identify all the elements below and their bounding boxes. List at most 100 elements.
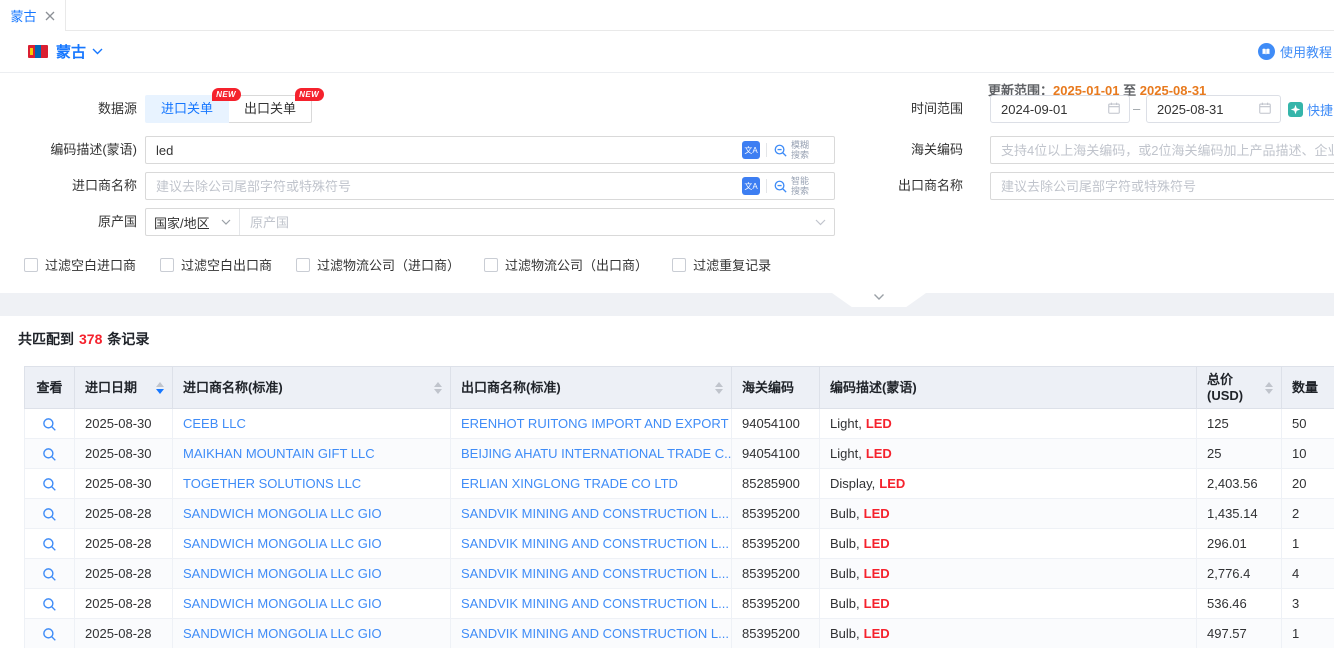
checkbox-box[interactable] bbox=[484, 258, 498, 272]
results-table-wrap: 查看 进口日期 进口商名称(标准) 出口商名称(标准) 海关编码 bbox=[24, 366, 1334, 648]
import-date-cell: 2025-08-30 bbox=[75, 469, 173, 499]
origin-country-input[interactable] bbox=[240, 209, 815, 235]
exporter-name-label: 出口商名称 bbox=[845, 172, 963, 200]
sort-carets-icon[interactable] bbox=[428, 382, 442, 394]
close-tab-icon[interactable] bbox=[45, 11, 55, 21]
importer-link[interactable]: MAIKHAN MOUNTAIN GIFT LLC bbox=[183, 446, 375, 461]
sort-carets-icon[interactable] bbox=[709, 382, 723, 394]
date-end-input[interactable]: 2025-08-31 bbox=[1146, 95, 1281, 123]
importer-link[interactable]: TOGETHER SOLUTIONS LLC bbox=[183, 476, 361, 491]
column-header[interactable]: 出口商名称(标准) bbox=[451, 367, 732, 409]
view-details-icon[interactable] bbox=[42, 477, 57, 492]
view-details-icon[interactable] bbox=[42, 507, 57, 522]
tutorial-link[interactable]: 使用教程 bbox=[1258, 42, 1332, 61]
view-details-icon[interactable] bbox=[42, 447, 57, 462]
checkbox-box[interactable] bbox=[24, 258, 38, 272]
importer-cell: MAIKHAN MOUNTAIN GIFT LLC bbox=[173, 439, 451, 469]
exporter-link[interactable]: SANDVIK MINING AND CONSTRUCTION L... bbox=[461, 536, 729, 551]
filter-checkbox[interactable]: 过滤空白进口商 bbox=[24, 255, 136, 274]
exporter-link[interactable]: SANDVIK MINING AND CONSTRUCTION L... bbox=[461, 596, 729, 611]
panel-gap-strip bbox=[0, 293, 1334, 316]
page-tab-mongolia[interactable]: 蒙古 bbox=[0, 0, 66, 31]
quick-select-button[interactable]: 快捷 bbox=[1288, 95, 1333, 123]
divider bbox=[766, 179, 767, 193]
sort-carets-icon[interactable] bbox=[150, 382, 164, 394]
collapse-filters-button[interactable] bbox=[832, 293, 926, 307]
exporter-link[interactable]: ERENHOT RUITONG IMPORT AND EXPORT ... bbox=[461, 416, 732, 431]
exporter-link[interactable]: ERLIAN XINGLONG TRADE CO LTD bbox=[461, 476, 678, 491]
view-cell bbox=[25, 589, 75, 619]
desc-cell: Light,LED bbox=[820, 439, 1197, 469]
view-details-icon[interactable] bbox=[42, 627, 57, 642]
column-header[interactable]: 总价 (USD) bbox=[1197, 367, 1282, 409]
column-header[interactable]: 编码描述(蒙语) bbox=[820, 367, 1197, 409]
column-header[interactable]: 数量 bbox=[1282, 367, 1334, 409]
importer-link[interactable]: CEEB LLC bbox=[183, 416, 246, 431]
hs-code-cell: 85395200 bbox=[732, 559, 820, 589]
chevron-down-icon[interactable] bbox=[92, 48, 103, 55]
importer-link[interactable]: SANDWICH MONGOLIA LLC GIO bbox=[183, 506, 382, 521]
data-source-label: 数据源 bbox=[0, 95, 137, 123]
hs-code-cell: 85395200 bbox=[732, 589, 820, 619]
filter-checkbox[interactable]: 过滤重复记录 bbox=[672, 255, 771, 274]
checkbox-box[interactable] bbox=[672, 258, 686, 272]
origin-region-select[interactable]: 国家/地区 bbox=[146, 209, 240, 235]
fuzzy-search-toggle[interactable]: 模糊搜索 bbox=[773, 140, 811, 160]
exporter-name-input[interactable] bbox=[990, 172, 1334, 200]
data-source-tab[interactable]: 进口关单 NEW bbox=[145, 95, 229, 123]
tutorial-book-icon bbox=[1258, 43, 1275, 60]
chevron-down-icon[interactable] bbox=[815, 219, 826, 226]
date-range-separator: – bbox=[1133, 95, 1140, 123]
column-header[interactable]: 海关编码 bbox=[732, 367, 820, 409]
filter-checkbox[interactable]: 过滤空白出口商 bbox=[160, 255, 272, 274]
desc-highlight: LED bbox=[864, 596, 890, 611]
sort-carets-icon[interactable] bbox=[1259, 382, 1273, 394]
importer-link[interactable]: SANDWICH MONGOLIA LLC GIO bbox=[183, 626, 382, 641]
code-desc-input[interactable] bbox=[145, 136, 835, 164]
date-start-input[interactable]: 2024-09-01 bbox=[990, 95, 1130, 123]
desc-highlight: LED bbox=[879, 476, 905, 491]
exporter-link[interactable]: SANDVIK MINING AND CONSTRUCTION L... bbox=[461, 566, 729, 581]
importer-link[interactable]: SANDWICH MONGOLIA LLC GIO bbox=[183, 536, 382, 551]
result-count: 378 bbox=[79, 331, 102, 347]
view-details-icon[interactable] bbox=[42, 537, 57, 552]
total-usd-cell: 125 bbox=[1197, 409, 1282, 439]
filter-checkbox[interactable]: 过滤物流公司（出口商） bbox=[484, 255, 648, 274]
importer-name-input[interactable] bbox=[145, 172, 835, 200]
column-header[interactable]: 查看 bbox=[25, 367, 75, 409]
checkbox-label: 过滤空白出口商 bbox=[181, 255, 272, 274]
exporter-cell: SANDVIK MINING AND CONSTRUCTION L... bbox=[451, 589, 732, 619]
importer-cell: TOGETHER SOLUTIONS LLC bbox=[173, 469, 451, 499]
column-header[interactable]: 进口商名称(标准) bbox=[173, 367, 451, 409]
checkbox-box[interactable] bbox=[160, 258, 174, 272]
view-cell bbox=[25, 439, 75, 469]
importer-cell: SANDWICH MONGOLIA LLC GIO bbox=[173, 499, 451, 529]
column-header[interactable]: 进口日期 bbox=[75, 367, 173, 409]
data-source-tab[interactable]: 出口关单 NEW bbox=[228, 95, 312, 123]
checkbox-box[interactable] bbox=[296, 258, 310, 272]
exporter-link[interactable]: SANDVIK MINING AND CONSTRUCTION L... bbox=[461, 506, 729, 521]
mongolia-flag-icon bbox=[28, 45, 48, 58]
hs-code-input[interactable] bbox=[990, 136, 1334, 164]
filter-checkbox[interactable]: 过滤物流公司（进口商） bbox=[296, 255, 460, 274]
importer-cell: SANDWICH MONGOLIA LLC GIO bbox=[173, 559, 451, 589]
view-details-icon[interactable] bbox=[42, 417, 57, 432]
country-name[interactable]: 蒙古 bbox=[56, 41, 86, 62]
view-details-icon[interactable] bbox=[42, 597, 57, 612]
code-desc-label: 编码描述(蒙语) bbox=[0, 136, 137, 164]
checkbox-label: 过滤重复记录 bbox=[693, 255, 771, 274]
translate-icon[interactable]: 文A bbox=[742, 177, 760, 195]
exporter-cell: ERENHOT RUITONG IMPORT AND EXPORT ... bbox=[451, 409, 732, 439]
exporter-link[interactable]: SANDVIK MINING AND CONSTRUCTION L... bbox=[461, 626, 729, 641]
import-date-cell: 2025-08-28 bbox=[75, 559, 173, 589]
quantity-cell: 4 bbox=[1282, 559, 1334, 589]
importer-link[interactable]: SANDWICH MONGOLIA LLC GIO bbox=[183, 596, 382, 611]
quick-select-icon bbox=[1288, 102, 1303, 117]
smart-search-toggle[interactable]: 智能搜索 bbox=[773, 176, 811, 196]
divider bbox=[766, 143, 767, 157]
view-details-icon[interactable] bbox=[42, 567, 57, 582]
translate-icon[interactable]: 文A bbox=[742, 141, 760, 159]
importer-link[interactable]: SANDWICH MONGOLIA LLC GIO bbox=[183, 566, 382, 581]
filter-checkbox-row: 过滤空白进口商 过滤空白出口商 过滤物流公司（进口商） 过滤物流公司（出口商） … bbox=[24, 255, 771, 274]
exporter-link[interactable]: BEIJING AHATU INTERNATIONAL TRADE C... bbox=[461, 446, 732, 461]
